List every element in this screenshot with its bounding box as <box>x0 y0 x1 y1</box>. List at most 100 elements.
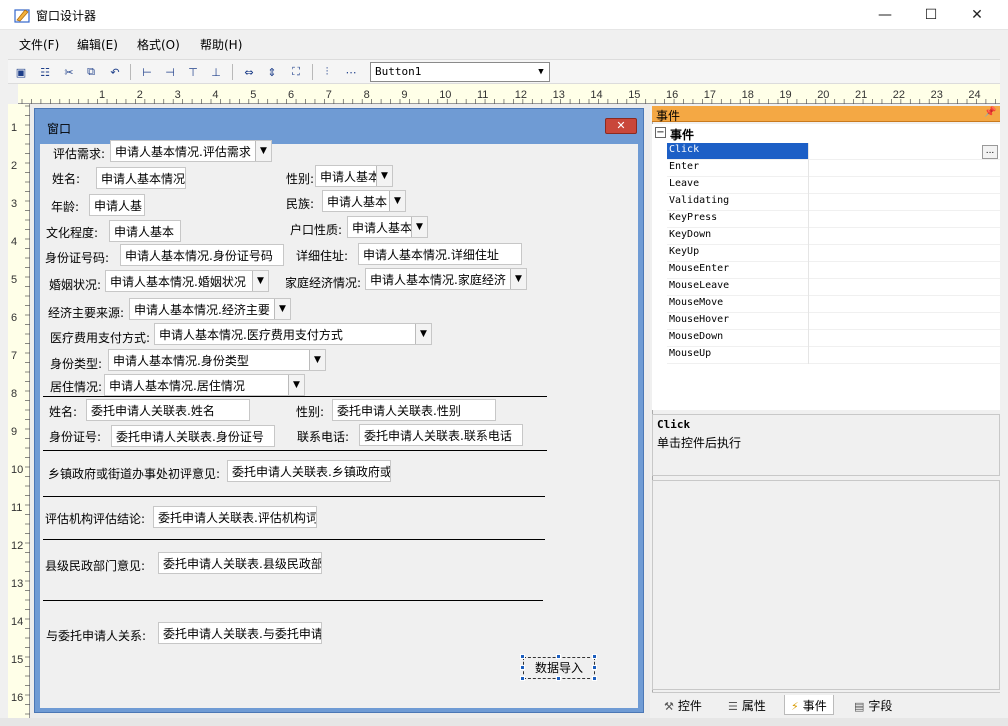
cut-icon[interactable]: ✂ <box>60 63 78 81</box>
close-button[interactable]: ✕ <box>954 0 1000 30</box>
maximize-button[interactable]: ☐ <box>908 0 954 30</box>
ruler-number: 6 <box>11 312 18 324</box>
event-row-enter[interactable]: Enter <box>667 160 1000 177</box>
properties-icon[interactable]: ☷ <box>36 63 54 81</box>
save-icon[interactable]: ▣ <box>12 63 30 81</box>
menu-format[interactable]: 格式(O) <box>137 36 180 53</box>
event-row-mouseup[interactable]: MouseUp <box>667 347 1000 364</box>
menu-file[interactable]: 文件(F) <box>19 36 59 53</box>
combo-household-type[interactable]: 申请人基本 ▼ <box>347 216 428 238</box>
input-county-opinion[interactable]: 委托申请人关联表.县级民政部 <box>158 552 322 574</box>
event-row-click[interactable]: Click <box>667 143 1000 160</box>
center-horizontal-icon[interactable]: ⋯ <box>342 63 360 81</box>
event-row-leave[interactable]: Leave <box>667 177 1000 194</box>
undo-icon[interactable]: ↶ <box>106 63 124 81</box>
input-delegate-id[interactable]: 委托申请人关联表.身份证号 <box>111 425 275 447</box>
field-icon: ▤ <box>854 700 865 713</box>
combo-medical-payment[interactable]: 申请人基本情况.医疗费用支付方式 ▼ <box>154 323 432 345</box>
tab-events[interactable]: ⚡ 事件 <box>784 695 834 715</box>
input-address[interactable]: 申请人基本情况.详细住址 <box>358 243 522 265</box>
event-row-keypress[interactable]: KeyPress <box>667 211 1000 228</box>
input-relationship[interactable]: 委托申请人关联表.与委托申请 <box>158 622 322 644</box>
divider-line <box>43 496 545 497</box>
combo-identity-type[interactable]: 申请人基本情况.身份类型 ▼ <box>108 349 326 371</box>
label-relationship: 与委托申请人关系: <box>46 629 147 643</box>
combo-family-economy[interactable]: 申请人基本情况.家庭经济 ▼ <box>365 268 527 290</box>
collapse-icon[interactable]: − <box>655 127 666 138</box>
resize-handle[interactable] <box>520 676 525 681</box>
combo-income-source[interactable]: 申请人基本情况.经济主要 ▼ <box>129 298 291 320</box>
resize-handle[interactable] <box>592 676 597 681</box>
control-selector[interactable]: Button1 ▼ <box>370 62 550 82</box>
tab-fields[interactable]: ▤ 字段 <box>848 695 898 715</box>
combo-gender[interactable]: 申请人基本 ▼ <box>315 165 393 187</box>
ruler-number: 14 <box>11 616 24 628</box>
combo-ethnicity[interactable]: 申请人基本 ▼ <box>322 190 406 212</box>
toolbar-separator <box>130 64 131 80</box>
align-right-icon[interactable]: ⊣ <box>161 63 179 81</box>
menu-help[interactable]: 帮助(H) <box>200 36 242 53</box>
event-row-keyup[interactable]: KeyUp <box>667 245 1000 262</box>
combo-marital-status[interactable]: 申请人基本情况.婚姻状况 ▼ <box>105 270 269 292</box>
pin-icon[interactable]: 📌 <box>984 107 996 118</box>
tab-properties[interactable]: ☰ 属性 <box>722 695 772 715</box>
control-selector-value: Button1 <box>375 65 422 78</box>
ruler-number: 1 <box>99 89 106 101</box>
input-delegate-name[interactable]: 委托申请人关联表.姓名 <box>86 399 250 421</box>
align-bottom-icon[interactable]: ⊥ <box>207 63 225 81</box>
same-width-icon[interactable]: ⇔ <box>240 63 258 81</box>
label-delegate-id: 身份证号: <box>49 430 102 444</box>
resize-handle[interactable] <box>556 676 561 681</box>
resize-handle[interactable] <box>556 654 561 659</box>
same-size-icon[interactable]: ⛶ <box>287 63 305 81</box>
grid-divider <box>808 194 809 211</box>
input-name[interactable]: 申请人基本情况 <box>96 167 186 189</box>
title-bar <box>0 0 1008 30</box>
ruler-number: 3 <box>11 198 18 210</box>
event-name: MouseUp <box>669 348 712 359</box>
event-row-keydown[interactable]: KeyDown <box>667 228 1000 245</box>
tab-controls[interactable]: ⚒ 控件 <box>658 695 708 715</box>
input-education[interactable]: 申请人基本 <box>109 220 181 242</box>
combo-assessment-need[interactable]: 申请人基本情况.评估需求 ▼ <box>110 140 272 162</box>
ruler-number: 12 <box>514 89 528 101</box>
event-row-mouseleave[interactable]: MouseLeave <box>667 279 1000 296</box>
input-agency-conclusion[interactable]: 委托申请人关联表.评估机构词 <box>153 506 317 528</box>
resize-handle[interactable] <box>592 654 597 659</box>
ellipsis-button[interactable]: ... <box>982 145 998 159</box>
app-icon <box>14 9 30 23</box>
input-township-opinion[interactable]: 委托申请人关联表.乡镇政府或 <box>227 460 391 482</box>
resize-handle[interactable] <box>520 654 525 659</box>
same-height-icon[interactable]: ⇕ <box>263 63 281 81</box>
minimize-button[interactable]: — <box>862 0 908 30</box>
event-row-mousehover[interactable]: MouseHover <box>667 313 1000 330</box>
label-name: 姓名: <box>52 172 81 186</box>
ruler-number: 8 <box>11 388 18 400</box>
event-row-mouseenter[interactable]: MouseEnter <box>667 262 1000 279</box>
label-assessment-need: 评估需求: <box>53 147 106 161</box>
input-delegate-gender[interactable]: 委托申请人关联表.性别 <box>332 399 496 421</box>
input-id-number[interactable]: 申请人基本情况.身份证号码 <box>120 244 284 266</box>
copy-icon[interactable]: ⧉ <box>82 63 100 81</box>
menu-edit[interactable]: 编辑(E) <box>77 36 118 53</box>
combo-assessment-need-value: 申请人基本情况.评估需求 <box>115 145 251 159</box>
label-address: 详细住址: <box>296 249 349 263</box>
resize-handle[interactable] <box>520 665 525 670</box>
label-delegate-gender: 性别: <box>296 405 325 419</box>
event-name: MouseHover <box>669 314 730 325</box>
event-name: MouseDown <box>669 331 724 342</box>
center-vertical-icon[interactable]: ⫶ <box>318 63 336 81</box>
resize-handle[interactable] <box>592 665 597 670</box>
event-row-mousemove[interactable]: MouseMove <box>667 296 1000 313</box>
event-row-mousedown[interactable]: MouseDown <box>667 330 1000 347</box>
align-left-icon[interactable]: ⊢ <box>138 63 156 81</box>
ruler-number: 6 <box>288 89 295 101</box>
input-age[interactable]: 申请人基 <box>89 194 145 216</box>
combo-living-situation[interactable]: 申请人基本情况.居住情况 ▼ <box>104 374 305 396</box>
chevron-down-icon: ▼ <box>274 299 290 319</box>
align-top-icon[interactable]: ⊤ <box>184 63 202 81</box>
event-row-validating[interactable]: Validating <box>667 194 1000 211</box>
bottom-edge <box>0 718 1008 726</box>
ruler-number: 11 <box>11 502 23 514</box>
input-delegate-phone[interactable]: 委托申请人关联表.联系电话 <box>359 424 523 446</box>
